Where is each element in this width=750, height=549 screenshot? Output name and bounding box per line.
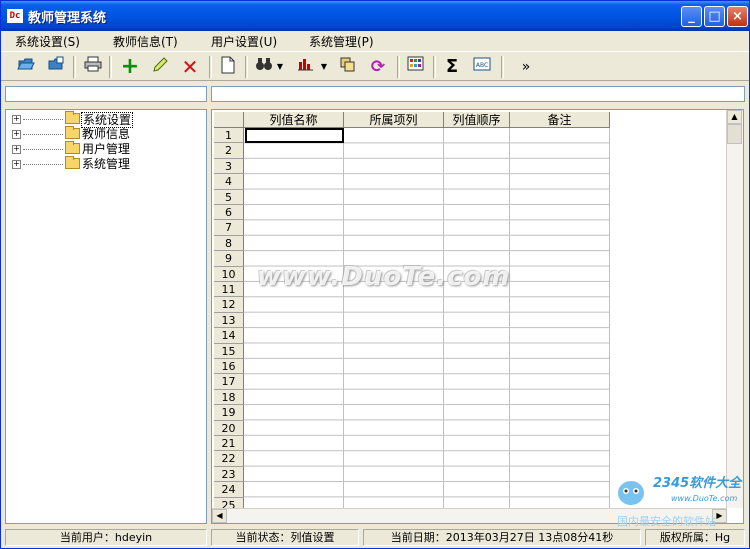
chart-dropdown-arrow-icon[interactable]: ▼ (319, 56, 329, 78)
minimize-button[interactable]: _ (681, 6, 702, 27)
close-button[interactable]: × (727, 6, 748, 27)
tree-item-label: 教师信息 (82, 127, 131, 141)
row-header[interactable]: 24 (214, 482, 244, 498)
maximize-icon: □ (708, 9, 721, 24)
open-folder-icon[interactable] (15, 56, 37, 78)
column-header[interactable]: 所属项列 (344, 112, 444, 128)
row-header[interactable]: 18 (214, 389, 244, 406)
scroll-thumb[interactable] (727, 124, 742, 144)
save-folder-icon[interactable] (45, 56, 67, 78)
row-header[interactable]: 8 (214, 235, 244, 252)
row-header[interactable]: 7 (214, 220, 244, 236)
folder-icon (65, 111, 80, 124)
folder-icon (65, 141, 80, 154)
scroll-left-icon[interactable]: ◀ (212, 509, 227, 523)
maximize-button[interactable]: □ (704, 6, 725, 27)
row-header[interactable]: 22 (214, 451, 244, 467)
row-header[interactable]: 9 (214, 251, 244, 267)
logo-tagline: 国内最安全的软件站 (617, 514, 716, 528)
expand-icon[interactable]: + (12, 130, 21, 139)
folder-icon (65, 126, 80, 139)
status-bar: 当前用户：hdeyin 当前状态：列值设置 当前日期：2013年03月27日 1… (1, 528, 749, 548)
tree-item-label: 用户管理 (82, 142, 131, 156)
row-header[interactable]: 10 (214, 266, 244, 282)
row-header[interactable]: 12 (214, 297, 244, 313)
row-header[interactable]: 17 (214, 374, 244, 390)
sum-icon[interactable]: Σ (441, 56, 463, 78)
expand-icon[interactable]: + (12, 145, 21, 154)
logo-brand: 2345软件大全 (653, 475, 743, 491)
status-copyright: 版权所属：Hg (645, 529, 745, 546)
row-header[interactable]: 4 (214, 174, 244, 190)
main-window: Dc 教师管理系统 _ □ × 系统设置(S) 教师信息(T) 用户设置(U) … (0, 0, 750, 549)
grid-corner[interactable] (214, 112, 244, 128)
folder-icon (65, 156, 80, 169)
menu-system-management[interactable]: 系统管理(P) (309, 33, 374, 50)
vertical-scrollbar[interactable]: ▲ (726, 110, 743, 508)
menu-user-settings[interactable]: 用户设置(U) (211, 33, 277, 50)
close-icon: × (732, 9, 743, 24)
row-header[interactable]: 5 (214, 189, 244, 205)
grid-path-field[interactable] (211, 86, 745, 102)
row-header[interactable]: 3 (214, 158, 244, 175)
tree-path-field[interactable] (5, 86, 207, 102)
active-cell[interactable] (245, 128, 344, 143)
window-title: 教师管理系统 (28, 11, 107, 26)
status-current-user: 当前用户：hdeyin (5, 529, 207, 546)
row-header[interactable]: 6 (214, 205, 244, 221)
row-header[interactable]: 2 (214, 143, 244, 159)
status-current-date: 当前日期：2013年03月27日 13点08分41秒 (363, 529, 641, 546)
row-header[interactable]: 1 (214, 128, 244, 144)
tree-item-label: 系统管理 (82, 157, 131, 171)
chart-icon[interactable] (295, 56, 317, 78)
app-icon[interactable]: Dc (7, 9, 23, 23)
menu-bar: 系统设置(S) 教师信息(T) 用户设置(U) 系统管理(P) (1, 31, 749, 50)
edit-pencil-icon[interactable] (149, 56, 171, 78)
row-header[interactable]: 23 (214, 466, 244, 483)
expand-icon[interactable]: + (12, 160, 21, 169)
column-header[interactable]: 列值顺序 (444, 112, 510, 128)
row-header[interactable]: 19 (214, 405, 244, 421)
grid-cells[interactable] (244, 128, 610, 513)
row-header[interactable]: 11 (214, 282, 244, 298)
column-header[interactable]: 备注 (510, 112, 610, 128)
tree-item-label: 系统设置 (81, 112, 134, 128)
minimize-icon: _ (688, 9, 695, 24)
svg-text:ABC: ABC (476, 62, 488, 69)
column-header[interactable]: 列值名称 (244, 112, 344, 128)
status-current-state: 当前状态：列值设置 (211, 529, 359, 546)
logo-url: www.DuoTe.com (671, 494, 737, 503)
data-grid[interactable]: 列值名称 所属项列 列值顺序 备注 1 2 3 4 5 6 7 8 9 10 11 12 13 14 15 1… (211, 109, 744, 524)
print-icon[interactable] (82, 56, 104, 78)
row-header[interactable]: 14 (214, 328, 244, 344)
copy-icon[interactable] (337, 56, 359, 78)
row-header[interactable]: 20 (214, 420, 244, 436)
find-dropdown-arrow-icon[interactable]: ▼ (275, 56, 285, 78)
logo-2345: 2345软件大全 www.DuoTe.com 国内最安全的软件站 (613, 473, 747, 529)
row-header[interactable]: 16 (214, 359, 244, 375)
scroll-up-icon[interactable]: ▲ (727, 110, 742, 124)
nav-tree: + 系统设置 + 教师信息 + 用户管理 + 系统管理 (5, 109, 207, 524)
abc-icon[interactable]: ABC (471, 56, 493, 78)
new-document-icon[interactable] (217, 56, 239, 78)
row-header[interactable]: 13 (214, 312, 244, 329)
menu-teacher-info[interactable]: 教师信息(T) (113, 33, 178, 50)
add-icon[interactable]: + (119, 56, 141, 78)
delete-x-icon[interactable]: ✕ (179, 56, 201, 78)
more-chevron-icon[interactable]: » (515, 56, 537, 78)
title-bar[interactable]: Dc 教师管理系统 _ □ × (1, 1, 749, 31)
find-binoculars-icon[interactable] (253, 56, 275, 78)
watermark: www.DuoTe.com (257, 262, 511, 292)
row-header[interactable]: 21 (214, 436, 244, 452)
toolbar: + ✕ ▼ ▼ ⟳ Σ ABC » (1, 51, 749, 81)
row-header[interactable]: 15 (214, 343, 244, 359)
menu-system-settings[interactable]: 系统设置(S) (15, 33, 80, 50)
expand-icon[interactable]: + (12, 115, 21, 124)
refresh-icon[interactable]: ⟳ (367, 56, 389, 78)
grid-icon[interactable] (405, 56, 427, 78)
